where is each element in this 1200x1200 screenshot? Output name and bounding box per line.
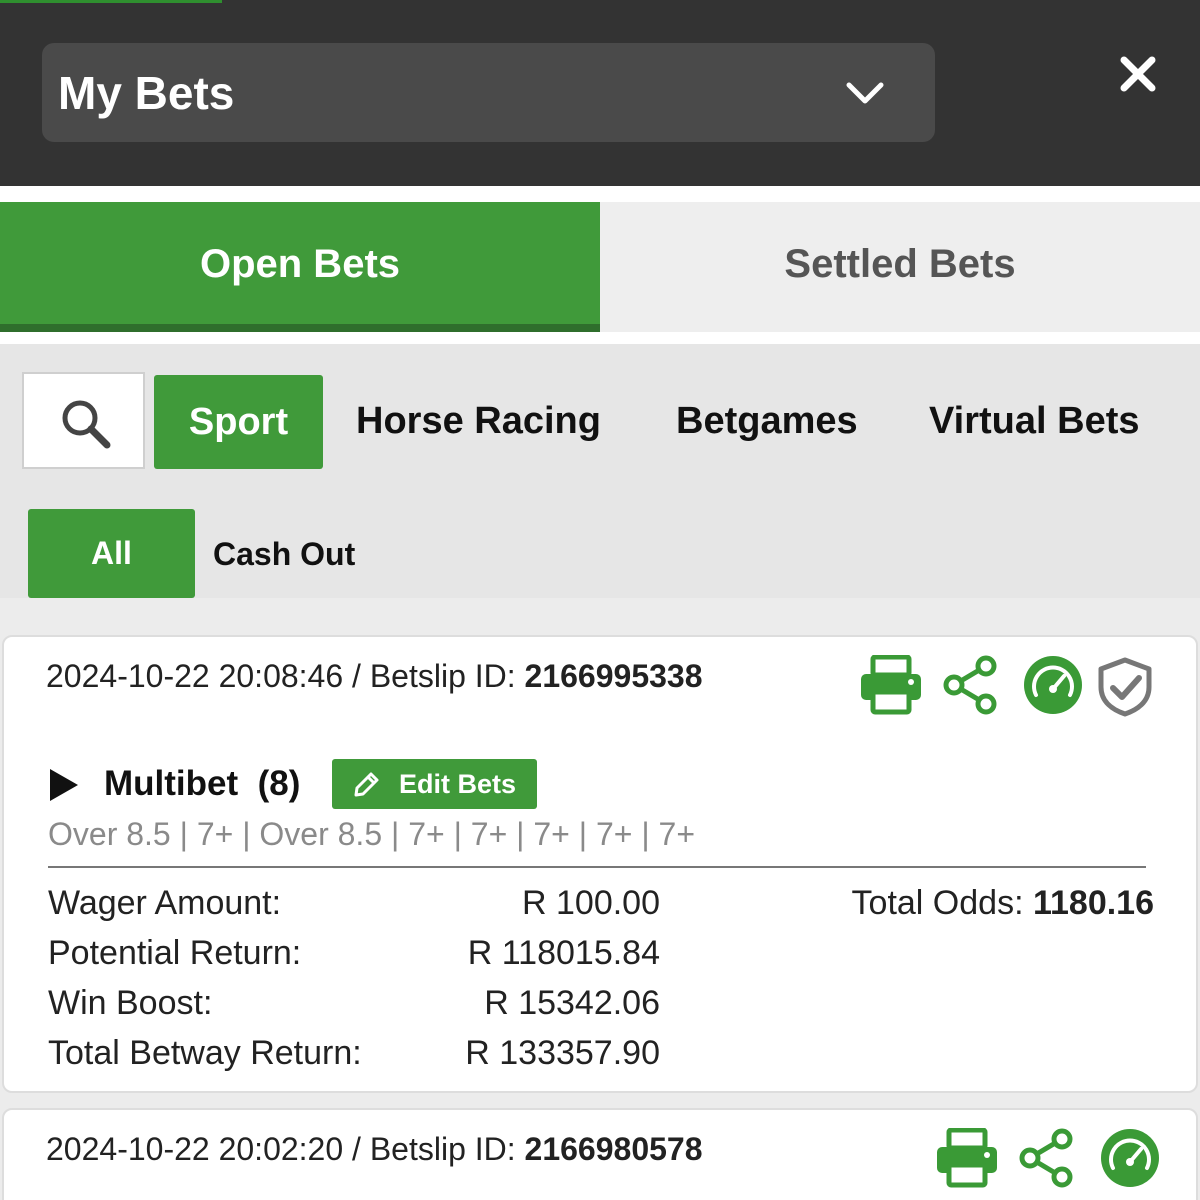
bet-type[interactable]: Multibet (8) (104, 763, 300, 805)
edit-bets-button[interactable]: Edit Bets (332, 759, 537, 809)
win-boost-row: Win Boost: R 15342.06 (48, 981, 660, 1025)
total-odds-value: 1180.16 (1032, 884, 1154, 922)
wager-value: R 100.00 (522, 884, 660, 922)
betslip-id: 2166995338 (524, 658, 703, 694)
filter-bar: Sport Horse Racing Betgames Virtual Bets… (0, 344, 1200, 598)
betslip-id-label: / Betslip ID: (343, 658, 525, 694)
tab-settled-bets[interactable]: Settled Bets (600, 202, 1200, 332)
bet-datetime: 2024-10-22 20:08:46 (46, 658, 344, 694)
win-boost-value: R 15342.06 (484, 984, 660, 1022)
spacer (0, 186, 1200, 202)
page-title: My Bets (58, 67, 235, 119)
speedometer-icon[interactable] (1100, 1128, 1160, 1188)
subfilter-cash-out[interactable]: Cash Out (213, 534, 355, 574)
bet-datetime: 2024-10-22 20:02:20 (46, 1131, 344, 1167)
category-betgames[interactable]: Betgames (676, 398, 858, 444)
bets-view-select[interactable]: My Bets (42, 43, 935, 142)
bet-card: 2024-10-22 20:08:46 / Betslip ID: 216699… (2, 635, 1198, 1093)
speedometer-icon[interactable] (1023, 655, 1083, 715)
close-icon[interactable] (1110, 46, 1166, 102)
total-odds: Total Odds: 1180.16 (852, 881, 1154, 925)
total-odds-label: Total Odds: (851, 884, 1033, 922)
bet-selections: Over 8.5 | 7+ | Over 8.5 | 7+ | 7+ | 7+ … (48, 816, 695, 852)
wager-label: Wager Amount: (48, 884, 282, 922)
potential-return-value: R 118015.84 (467, 934, 660, 972)
bet-type-label: Multibet (104, 764, 239, 803)
print-icon[interactable] (858, 655, 924, 715)
category-sport[interactable]: Sport (154, 375, 323, 469)
total-return-label: Total Betway Return: (48, 1034, 362, 1072)
bet-selection-count: (8) (257, 764, 301, 803)
tab-settled-bets-label: Settled Bets (784, 242, 1016, 286)
header: My Bets (0, 0, 1200, 186)
expand-triangle-icon[interactable] (50, 769, 78, 801)
wager-row: Wager Amount: R 100.00 (48, 881, 660, 925)
betslip-id-label: / Betslip ID: (343, 1131, 525, 1167)
spacer (0, 332, 1200, 344)
divider (48, 866, 1146, 868)
subfilter-all[interactable]: All (28, 509, 195, 598)
tab-open-bets[interactable]: Open Bets (0, 202, 600, 332)
edit-bets-label: Edit Bets (399, 769, 517, 799)
category-horse-racing[interactable]: Horse Racing (356, 398, 601, 444)
print-icon[interactable] (934, 1128, 1000, 1188)
potential-return-row: Potential Return: R 118015.84 (48, 931, 660, 975)
bet-meta: 2024-10-22 20:08:46 / Betslip ID: 216699… (46, 657, 703, 695)
potential-return-label: Potential Return: (48, 934, 302, 972)
total-return-value: R 133357.90 (465, 1034, 660, 1072)
betslip-id: 2166980578 (524, 1131, 703, 1167)
win-boost-label: Win Boost: (48, 984, 213, 1022)
bet-header-row: Multibet (8) Edit Bets (50, 759, 750, 811)
share-icon[interactable] (1018, 1128, 1074, 1188)
search-icon (62, 400, 111, 449)
tab-open-bets-label: Open Bets (199, 242, 401, 286)
search-button[interactable] (22, 372, 145, 469)
header-accent-bar (0, 0, 222, 3)
bet-meta: 2024-10-22 20:02:20 / Betslip ID: 216698… (46, 1130, 703, 1168)
bet-card: 2024-10-22 20:02:20 / Betslip ID: 216698… (2, 1108, 1198, 1200)
share-icon[interactable] (942, 655, 998, 715)
shield-check-icon[interactable] (1096, 657, 1154, 717)
chevron-down-icon (846, 82, 884, 104)
pencil-icon (354, 772, 379, 797)
category-virtual-bets[interactable]: Virtual Bets (929, 398, 1139, 444)
total-return-row: Total Betway Return: R 133357.90 (48, 1031, 660, 1075)
